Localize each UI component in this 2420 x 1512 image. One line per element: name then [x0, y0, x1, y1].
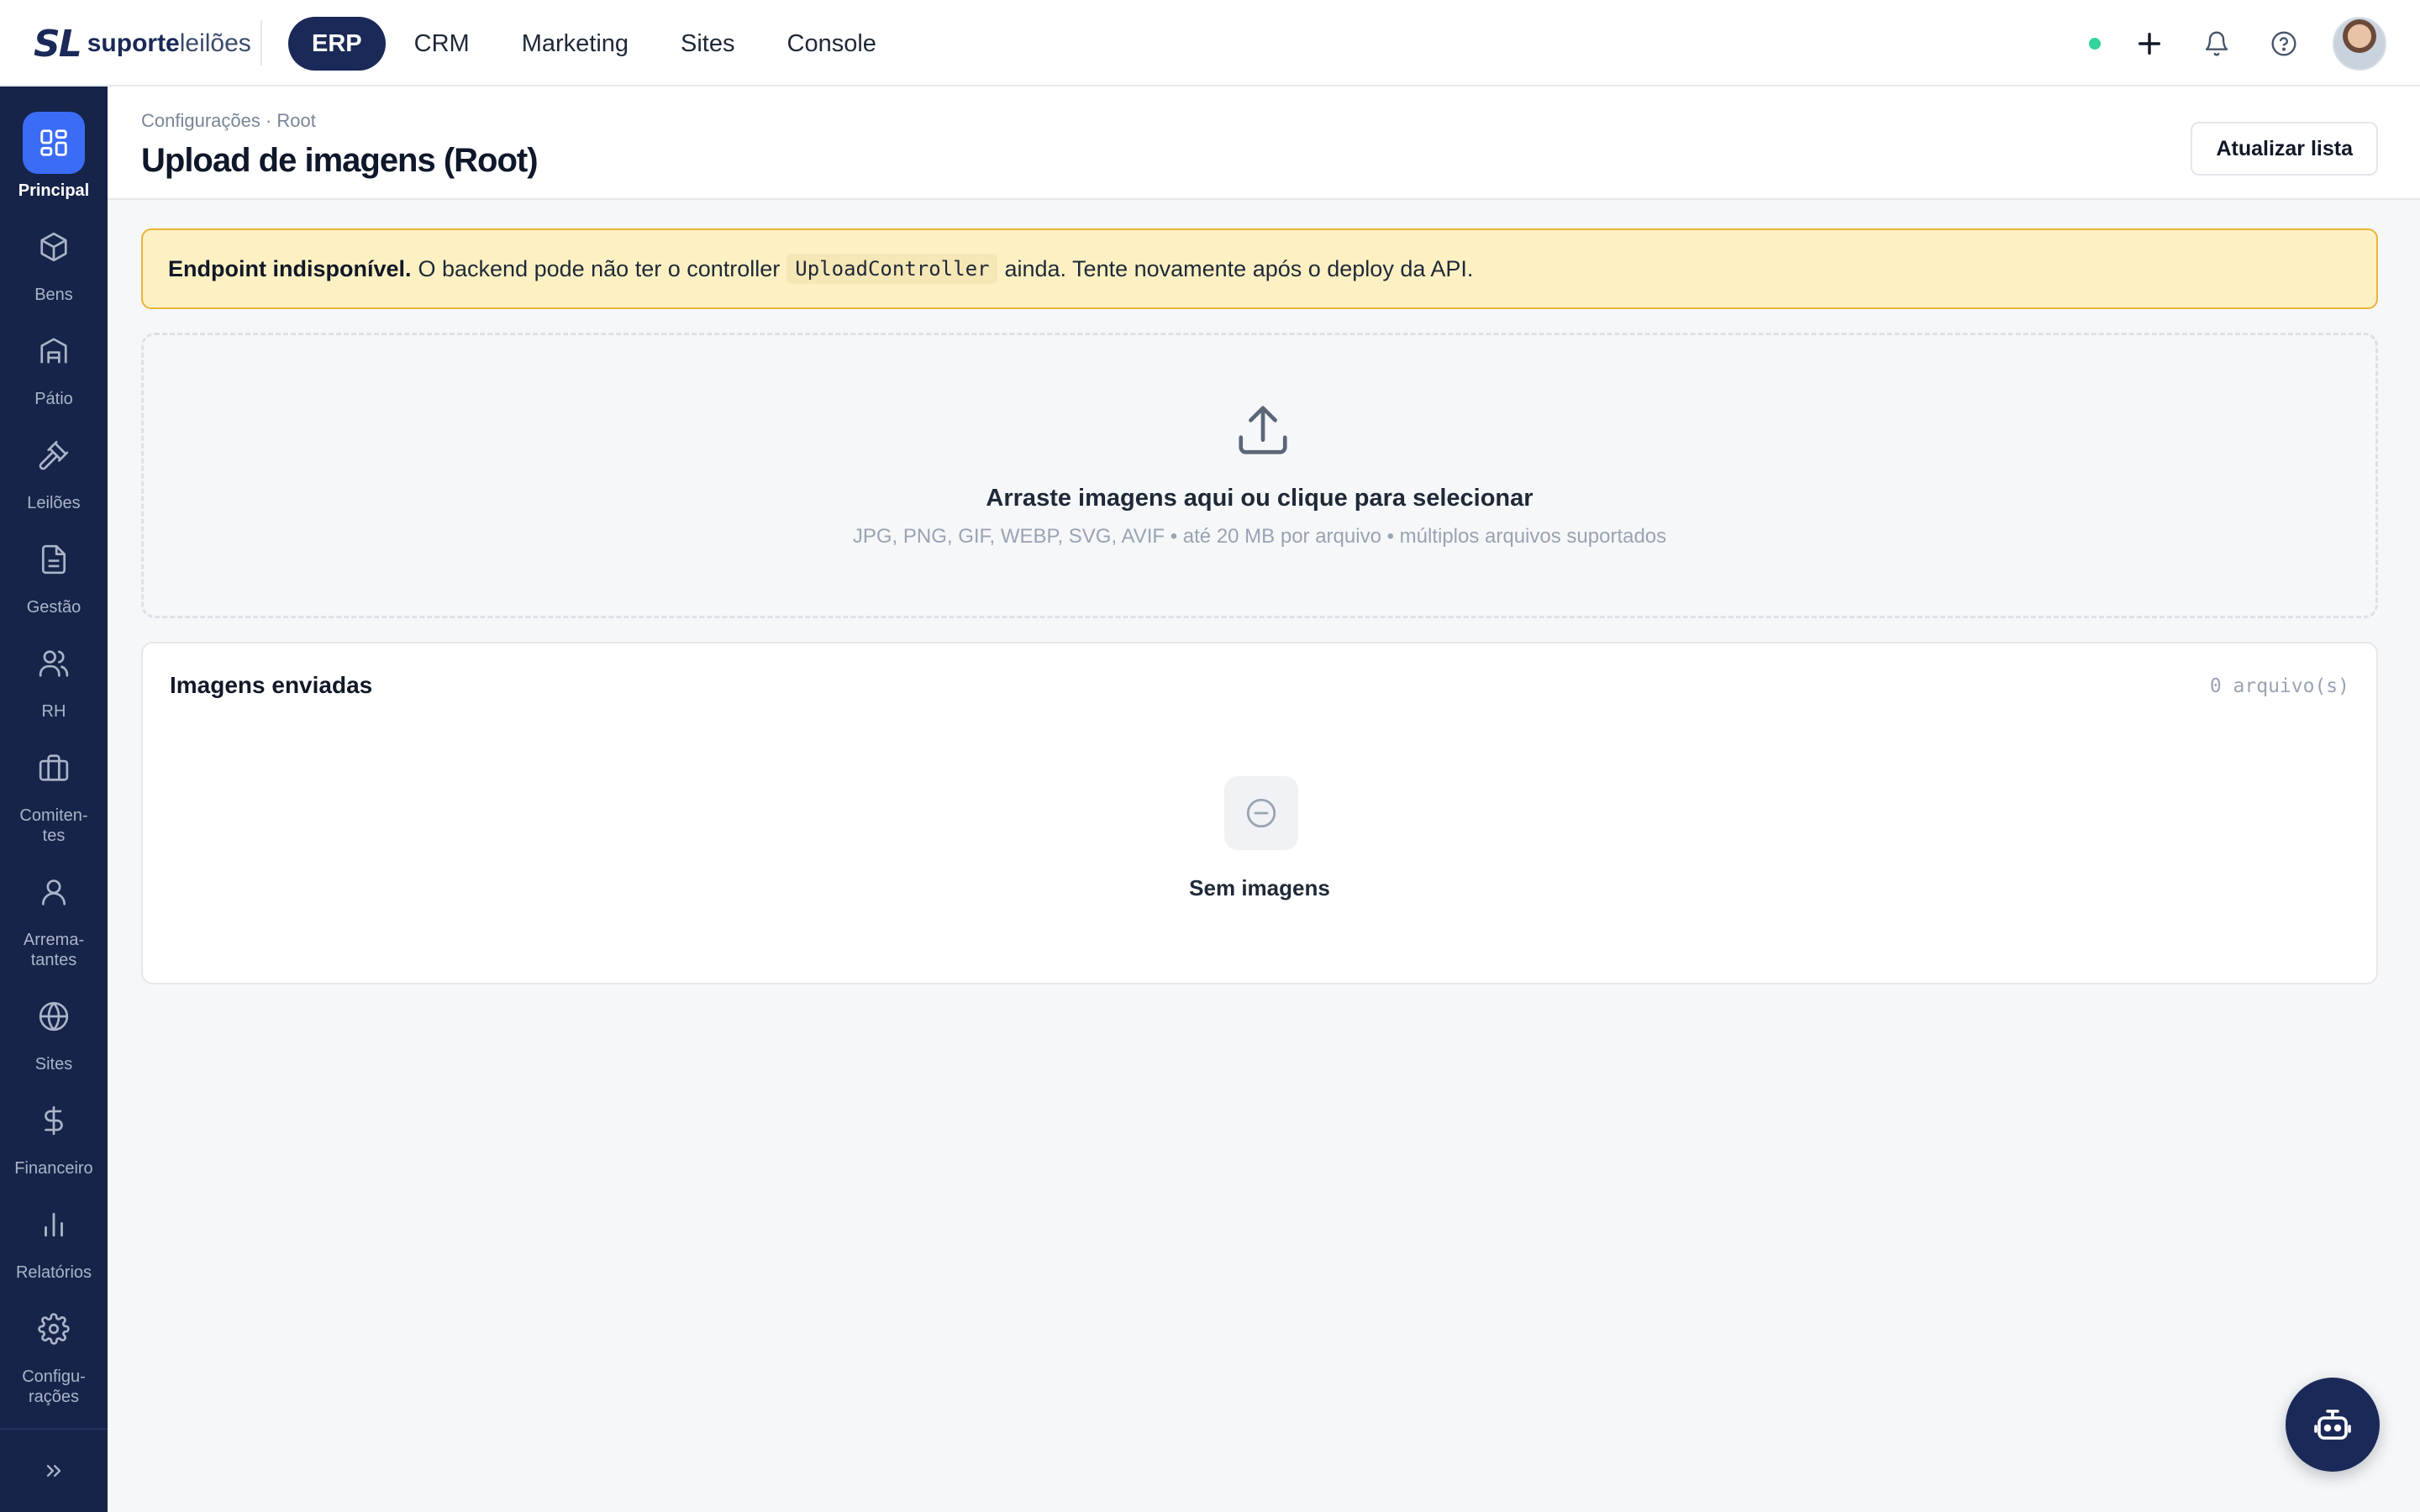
empty-state-icon — [1224, 776, 1298, 850]
sidebar-item-label: Relatórios — [15, 1263, 92, 1282]
sidebar-item-label: Leilões — [27, 494, 81, 512]
sidebar: Principal Bens Pátio Leilões Gestão RH C… — [0, 87, 108, 1512]
empty-state-text: Sem imagens — [1189, 875, 1330, 900]
tab-sites[interactable]: Sites — [657, 17, 758, 71]
sidebar-item-label: RH — [41, 702, 66, 721]
uploaded-images-card: Imagens enviadas 0 arquivo(s) Sem imagen… — [141, 642, 2378, 984]
card-title: Imagens enviadas — [170, 672, 373, 698]
robot-icon — [2314, 1410, 2351, 1440]
breadcrumb[interactable]: Configurações · Root — [141, 110, 316, 132]
sidebar-item-label: Financeiro — [14, 1159, 93, 1178]
alert-text-before: O backend pode não ter o controller — [418, 255, 781, 281]
tab-erp[interactable]: ERP — [288, 17, 386, 71]
minus-circle-icon — [1246, 798, 1276, 828]
dollar-icon — [23, 1089, 85, 1152]
refresh-list-button[interactable]: Atualizar lista — [2191, 122, 2378, 176]
assistant-button[interactable] — [2286, 1378, 2380, 1472]
sidebar-item-label: Arrema- tantes — [23, 931, 85, 969]
sidebar-item-principal[interactable]: Principal — [0, 112, 108, 201]
sidebar-item-bens[interactable]: Bens — [0, 216, 108, 305]
logo-text: suporteleilões — [87, 29, 251, 57]
file-count: 0 arquivo(s) — [2209, 675, 2349, 697]
status-indicator — [2089, 38, 2101, 50]
user-icon — [23, 861, 85, 923]
chevrons-right-icon — [46, 1465, 61, 1477]
gavel-icon — [23, 424, 85, 486]
tab-console[interactable]: Console — [764, 17, 900, 71]
top-nav: ERP CRM Marketing Sites Console — [288, 17, 900, 71]
bar-chart-icon — [23, 1194, 85, 1256]
gear-icon — [23, 1298, 85, 1360]
sidebar-item-arrematantes[interactable]: Arrema- tantes — [0, 861, 108, 970]
avatar[interactable] — [2333, 17, 2386, 71]
sidebar-item-label: Sites — [34, 1055, 73, 1074]
users-icon — [23, 633, 85, 695]
sidebar-item-label: Bens — [34, 286, 73, 304]
sidebar-item-gestao[interactable]: Gestão — [0, 528, 108, 617]
box-icon — [23, 216, 85, 278]
image-dropzone[interactable]: Arraste imagens aqui ou clique para sele… — [141, 333, 2378, 618]
sidebar-item-sites[interactable]: Sites — [0, 985, 108, 1074]
brand-logo[interactable]: SL suporteleilões — [34, 22, 251, 66]
sidebar-item-label: Configu- rações — [22, 1368, 86, 1406]
sidebar-item-label: Comiten- tes — [19, 806, 88, 845]
sidebar-item-label: Pátio — [34, 390, 73, 408]
dashboard-icon — [23, 112, 85, 174]
logo-mark: SL — [34, 22, 82, 66]
document-icon — [23, 528, 85, 591]
alert-text-after: ainda. Tente novamente após o deploy da … — [1004, 255, 1474, 281]
briefcase-icon — [23, 737, 85, 799]
alert-title: Endpoint indisponível. — [168, 255, 412, 281]
dropzone-title: Arraste imagens aqui ou clique para sele… — [986, 485, 1534, 512]
sidebar-item-comitentes[interactable]: Comiten- tes — [0, 737, 108, 846]
tab-crm[interactable]: CRM — [391, 17, 493, 71]
globe-icon — [23, 985, 85, 1047]
tab-marketing[interactable]: Marketing — [498, 17, 652, 71]
sidebar-item-rh[interactable]: RH — [0, 633, 108, 722]
page-title: Upload de imagens (Root) — [141, 142, 539, 179]
sidebar-item-configuracoes[interactable]: Configu- rações — [0, 1298, 108, 1407]
page-header: Configurações · Root Upload de imagens (… — [108, 87, 2420, 200]
sidebar-item-label: Principal — [18, 181, 90, 200]
sidebar-item-relatorios[interactable]: Relatórios — [0, 1194, 108, 1283]
warehouse-icon — [23, 320, 85, 382]
sidebar-item-label: Gestão — [26, 598, 82, 617]
upload-icon — [1239, 406, 1287, 454]
endpoint-warning-alert: Endpoint indisponível. O backend pode nã… — [141, 228, 2378, 309]
top-divider — [260, 20, 262, 66]
sidebar-item-financeiro[interactable]: Financeiro — [0, 1089, 108, 1179]
sidebar-item-leiloes[interactable]: Leilões — [0, 424, 108, 513]
help-icon[interactable] — [2265, 25, 2302, 62]
sidebar-expand-button[interactable] — [0, 1428, 108, 1512]
dropzone-subtitle: JPG, PNG, GIF, WEBP, SVG, AVIF • até 20 … — [852, 525, 1667, 548]
top-bar: SL suporteleilões ERP CRM Marketing Site… — [0, 0, 2420, 87]
alert-code: UploadController — [786, 254, 998, 284]
bell-icon[interactable] — [2198, 25, 2235, 62]
plus-icon[interactable] — [2131, 25, 2168, 62]
top-actions — [2089, 15, 2386, 72]
sidebar-item-patio[interactable]: Pátio — [0, 320, 108, 409]
